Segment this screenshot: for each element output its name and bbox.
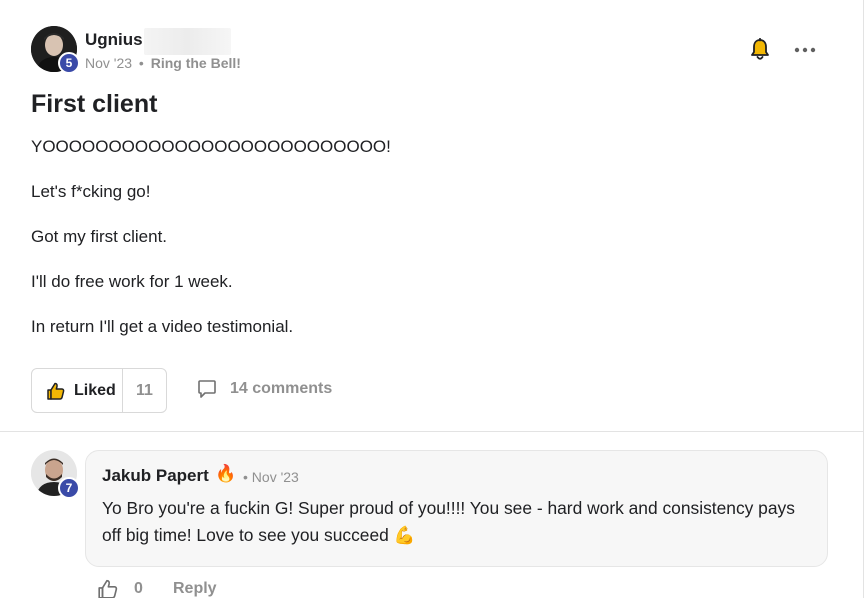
- like-count[interactable]: 11: [123, 369, 166, 412]
- comment-bubble: Jakub Papert 🔥 • Nov '23 Yo Bro you're a…: [85, 450, 828, 567]
- like-label: Liked: [74, 381, 116, 399]
- like-button[interactable]: Liked 11: [31, 368, 167, 413]
- author-level-badge: 5: [58, 52, 80, 74]
- comment-text: Yo Bro you're a fuckin G! Super proud of…: [102, 498, 795, 545]
- comment-bubble-icon: [198, 380, 216, 398]
- comments-count-label: 14 comments: [230, 380, 333, 397]
- more-options-icon[interactable]: [793, 40, 817, 60]
- post-paragraph: Let's f*cking go!: [31, 182, 151, 201]
- comment-date: • Nov '23: [243, 469, 299, 485]
- section-divider: [0, 431, 864, 432]
- post-category-link[interactable]: Ring the Bell!: [151, 55, 241, 71]
- meta-separator: •: [138, 55, 144, 71]
- commenter-level-badge: 7: [58, 477, 80, 499]
- comment-author-avatar[interactable]: 7: [31, 450, 80, 499]
- comment-author-name[interactable]: Jakub Papert: [102, 466, 209, 486]
- reply-button[interactable]: Reply: [173, 580, 217, 598]
- comment-like-button[interactable]: [97, 578, 119, 598]
- fire-badge-icon: 🔥: [215, 464, 237, 483]
- post-author-name[interactable]: Ugnius: [85, 30, 143, 50]
- thumbs-up-icon: [98, 579, 118, 598]
- post-title: First client: [31, 90, 158, 118]
- post-meta: Nov '23 • Ring the Bell!: [85, 55, 241, 71]
- post-paragraph: YOOOOOOOOOOOOOOOOOOOOOOOOOO!: [31, 137, 391, 156]
- comment-like-count: 0: [134, 580, 143, 597]
- post-paragraph: In return I'll get a video testimonial.: [31, 317, 294, 336]
- thumbs-up-icon: [47, 382, 65, 400]
- redacted-surname: [144, 28, 231, 55]
- like-toggle[interactable]: Liked: [32, 369, 123, 412]
- post-paragraph: Got my first client.: [31, 227, 168, 246]
- post-paragraph: I'll do free work for 1 week.: [31, 272, 233, 291]
- post-date: Nov '23: [85, 55, 133, 71]
- comments-button[interactable]: 14 comments: [196, 378, 332, 400]
- post-author-avatar[interactable]: 5: [31, 26, 80, 74]
- post-card: 5 Ugnius Nov '23 • Ring the Bell! First …: [0, 0, 864, 598]
- bell-icon[interactable]: [749, 37, 771, 62]
